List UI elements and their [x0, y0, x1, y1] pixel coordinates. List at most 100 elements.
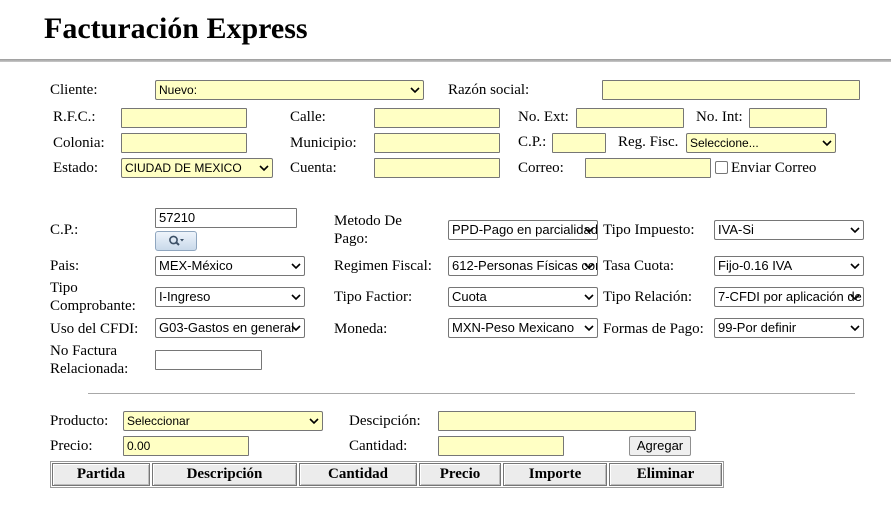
chevron-down-icon	[291, 263, 301, 270]
calle-input[interactable]	[374, 108, 500, 128]
no-ext-label: No. Ext:	[518, 109, 569, 125]
reg-fisc-select-value: Seleccione...	[690, 136, 759, 150]
tipo-factor-select-value: Cuota	[452, 289, 487, 304]
tipo-relacion-select-value: 7-CFDI por aplicación de anticipo	[718, 289, 863, 304]
chevron-down-icon	[309, 418, 319, 425]
chevron-down-icon	[291, 325, 301, 332]
chevron-down-icon	[850, 227, 860, 234]
calle-label: Calle:	[290, 109, 326, 125]
descripcion-input[interactable]	[438, 411, 696, 431]
metodo-pago-label-line2: Pago:	[334, 231, 369, 247]
no-factura-label-line1: No Factura	[50, 343, 118, 359]
chevron-down-icon	[850, 294, 860, 301]
no-ext-input[interactable]	[576, 108, 684, 128]
formas-pago-select-value: 99-Por definir	[718, 320, 797, 335]
search-icon	[169, 235, 184, 246]
tipo-relacion-label: Tipo Relación:	[603, 289, 693, 305]
cantidad-input[interactable]	[438, 436, 564, 456]
factura-cp-label: C.P.:	[50, 222, 79, 238]
razon-social-label: Razón social:	[448, 82, 530, 98]
tipo-comprobante-label-line2: Comprobante:	[50, 298, 136, 314]
search-cp-button[interactable]	[155, 231, 197, 251]
chevron-down-icon	[584, 325, 594, 332]
rfc-label: R.F.C.:	[53, 109, 96, 125]
cliente-cp-label: C.P.:	[518, 134, 547, 150]
table-header-cantidad: Cantidad	[299, 463, 417, 486]
no-factura-input[interactable]	[155, 350, 262, 370]
uso-cfdi-label: Uso del CFDI:	[50, 321, 139, 337]
producto-select[interactable]: Seleccionar	[123, 411, 323, 431]
chevron-down-icon	[259, 165, 269, 172]
correo-label: Correo:	[518, 160, 564, 176]
producto-label: Producto:	[50, 413, 109, 429]
tasa-cuota-label: Tasa Cuota:	[603, 258, 675, 274]
metodo-pago-label-line1: Metodo De	[334, 213, 402, 229]
chevron-down-icon	[410, 87, 420, 94]
chevron-down-icon	[584, 263, 594, 270]
table-header-precio: Precio	[419, 463, 501, 486]
moneda-select-value: MXN-Peso Mexicano	[452, 320, 575, 335]
cliente-cp-input[interactable]	[552, 133, 606, 153]
tipo-comprobante-select-value: I-Ingreso	[159, 289, 211, 304]
cliente-select[interactable]: Nuevo:	[155, 80, 424, 100]
tipo-comprobante-label-line1: Tipo	[50, 280, 78, 296]
pais-select-value: MEX-México	[159, 258, 233, 273]
table-header-partida: Partida	[52, 463, 150, 486]
cuenta-input[interactable]	[374, 158, 500, 178]
rfc-input[interactable]	[121, 108, 247, 128]
regimen-fiscal-select-value: 612-Personas Físicas con Actividades Emp…	[452, 258, 597, 273]
products-table: Partida Descripción Cantidad Precio Impo…	[50, 461, 724, 488]
uso-cfdi-select[interactable]: G03-Gastos en general	[155, 318, 305, 338]
tipo-impuesto-select-value: IVA-Si	[718, 222, 754, 237]
metodo-pago-select[interactable]: PPD-Pago en parcialidades o diferido	[448, 220, 598, 240]
no-int-input[interactable]	[749, 108, 827, 128]
producto-select-value: Seleccionar	[127, 414, 190, 428]
chevron-down-icon	[584, 294, 594, 301]
agregar-button[interactable]: Agregar	[629, 436, 691, 456]
tipo-impuesto-select[interactable]: IVA-Si	[714, 220, 864, 240]
metodo-pago-select-value: PPD-Pago en parcialidades o diferido	[452, 222, 598, 237]
tipo-relacion-select[interactable]: 7-CFDI por aplicación de anticipo	[714, 287, 864, 307]
tipo-factor-label: Tipo Factior:	[334, 289, 413, 305]
correo-input[interactable]	[585, 158, 711, 178]
precio-input[interactable]: 0.00	[123, 436, 249, 456]
regimen-fiscal-select[interactable]: 612-Personas Físicas con Actividades Emp…	[448, 256, 598, 276]
tipo-impuesto-label: Tipo Impuesto:	[603, 222, 695, 238]
colonia-label: Colonia:	[53, 135, 105, 151]
section-divider	[88, 393, 855, 394]
regimen-fiscal-label: Regimen Fiscal:	[334, 258, 432, 274]
reg-fisc-label: Reg. Fisc.	[618, 134, 679, 150]
cliente-label: Cliente:	[50, 82, 98, 98]
estado-select[interactable]: CIUDAD DE MEXICO	[121, 158, 273, 178]
formas-pago-label: Formas de Pago:	[603, 321, 704, 337]
tasa-cuota-select[interactable]: Fijo-0.16 IVA	[714, 256, 864, 276]
municipio-label: Municipio:	[290, 135, 357, 151]
formas-pago-select[interactable]: 99-Por definir	[714, 318, 864, 338]
municipio-input[interactable]	[374, 133, 500, 153]
colonia-input[interactable]	[121, 133, 247, 153]
tipo-comprobante-select[interactable]: I-Ingreso	[155, 287, 305, 307]
no-factura-label-line2: Relacionada:	[50, 361, 129, 377]
descripcion-label: Descipción:	[349, 413, 421, 429]
chevron-down-icon	[822, 140, 832, 147]
enviar-correo-checkbox[interactable]	[715, 161, 728, 174]
moneda-label: Moneda:	[334, 321, 388, 337]
cuenta-label: Cuenta:	[290, 160, 337, 176]
page-title: Facturación Express	[44, 12, 308, 45]
razon-social-input[interactable]	[602, 80, 860, 100]
estado-select-value: CIUDAD DE MEXICO	[125, 161, 242, 175]
no-int-label: No. Int:	[696, 109, 743, 125]
header-divider	[0, 59, 891, 62]
reg-fisc-select[interactable]: Seleccione...	[686, 133, 836, 153]
factura-cp-input[interactable]: 57210	[155, 208, 297, 228]
precio-label: Precio:	[50, 438, 93, 454]
uso-cfdi-select-value: G03-Gastos en general	[159, 320, 295, 335]
chevron-down-icon	[291, 294, 301, 301]
tasa-cuota-select-value: Fijo-0.16 IVA	[718, 258, 793, 273]
moneda-select[interactable]: MXN-Peso Mexicano	[448, 318, 598, 338]
table-header-eliminar: Eliminar	[609, 463, 722, 486]
table-header-descripcion: Descripción	[152, 463, 297, 486]
tipo-factor-select[interactable]: Cuota	[448, 287, 598, 307]
pais-select[interactable]: MEX-México	[155, 256, 305, 276]
estado-label: Estado:	[53, 160, 98, 176]
